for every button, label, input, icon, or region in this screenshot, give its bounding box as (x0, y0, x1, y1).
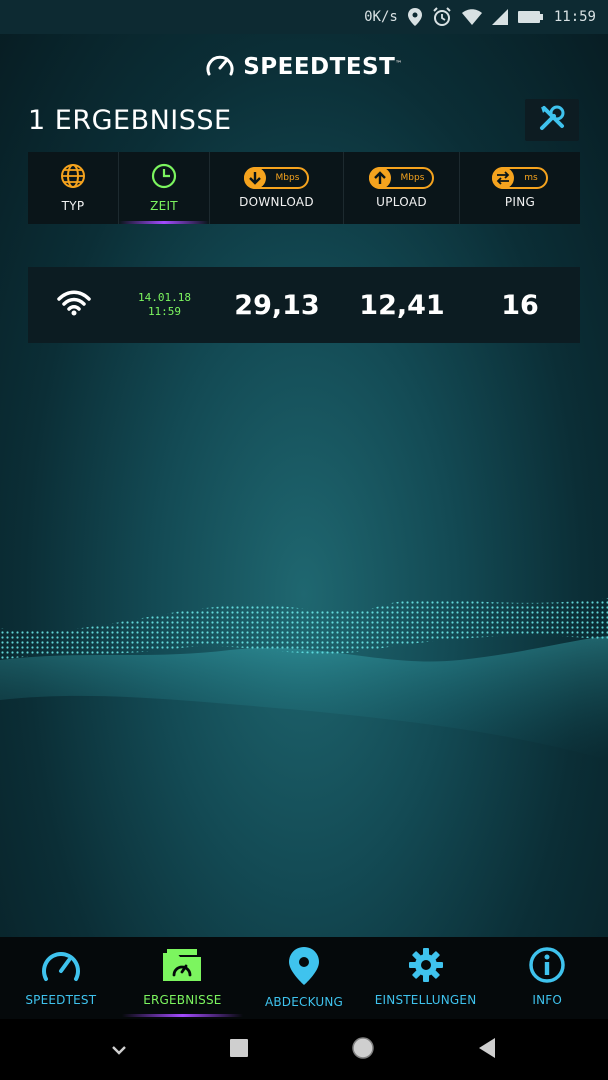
column-label: UPLOAD (376, 195, 427, 209)
app-header: SPEEDTEST™ (0, 50, 608, 84)
column-typ[interactable]: TYP (28, 152, 119, 224)
column-zeit[interactable]: ZEIT (119, 152, 210, 224)
ping-cell: 16 (460, 267, 580, 343)
download-value: 29,13 (234, 289, 320, 321)
gear-icon (408, 947, 444, 987)
download-unit-pill: Mbps (243, 167, 310, 189)
upload-value: 12,41 (359, 289, 445, 321)
info-icon (529, 947, 565, 987)
battery-icon (517, 10, 544, 24)
column-label: TYP (61, 199, 85, 213)
upload-cell: 12,41 (344, 267, 460, 343)
wifi-icon (56, 290, 91, 320)
map-pin-icon (288, 947, 320, 989)
result-row[interactable]: 14.01.18 11:59 29,13 12,41 16 (28, 267, 580, 343)
speedometer-icon (40, 947, 82, 987)
ping-value: 16 (501, 289, 539, 321)
nav-label: SPEEDTEST (25, 993, 97, 1007)
signal-icon (491, 9, 508, 25)
results-column-header: TYP ZEIT Mbps DOWNLOAD Mbps UPLOAD ms PI… (28, 152, 580, 224)
tools-icon (538, 104, 566, 136)
back-button[interactable] (477, 1037, 497, 1063)
system-navigation-bar (0, 1019, 608, 1080)
tools-button[interactable] (525, 99, 579, 141)
nav-info[interactable]: INFO (486, 937, 608, 1019)
bottom-navigation: SPEEDTEST ERGEBNISSE ABDECKUNG EINSTELLU… (0, 937, 608, 1019)
nav-label: ABDECKUNG (264, 995, 344, 1009)
status-bar: 0K/s 11:59 (0, 0, 608, 34)
home-button[interactable] (351, 1036, 375, 1064)
net-speed: 0K/s (364, 9, 398, 25)
nav-label: EINSTELLUNGEN (374, 993, 477, 1007)
nav-einstellungen[interactable]: EINSTELLUNGEN (365, 937, 487, 1019)
result-date: 14.01.18 (138, 291, 191, 304)
column-label: DOWNLOAD (239, 195, 314, 209)
download-arrow-icon (243, 167, 266, 189)
result-time: 11:59 (147, 305, 182, 318)
collapse-chevron-icon[interactable] (111, 1040, 127, 1059)
speedometer-logo-icon (205, 52, 235, 82)
column-download[interactable]: Mbps DOWNLOAD (210, 152, 344, 224)
upload-unit-pill: Mbps (368, 167, 435, 189)
app-title: SPEEDTEST™ (243, 54, 403, 80)
nav-label: INFO (532, 993, 562, 1007)
recents-button[interactable] (229, 1038, 249, 1062)
ping-arrows-icon (492, 167, 515, 189)
nav-abdeckung[interactable]: ABDECKUNG (243, 937, 365, 1019)
nav-speedtest[interactable]: SPEEDTEST (0, 937, 122, 1019)
results-count-title: 1 ERGEBNISSE (28, 105, 232, 136)
alarm-icon (432, 7, 452, 27)
wifi-status-icon (461, 9, 482, 25)
globe-icon (60, 163, 86, 193)
download-cell: 29,13 (210, 267, 344, 343)
ping-unit: ms (524, 173, 538, 183)
column-label: ZEIT (150, 199, 178, 213)
location-icon (407, 8, 422, 26)
ping-unit-pill: ms (492, 167, 548, 189)
clock-time: 11:59 (553, 9, 596, 25)
results-folder-icon (161, 947, 203, 987)
column-upload[interactable]: Mbps UPLOAD (344, 152, 460, 224)
datetime-cell: 14.01.18 11:59 (119, 267, 210, 343)
column-label: PING (504, 195, 536, 209)
upload-arrow-icon (368, 167, 391, 189)
download-unit: Mbps (275, 173, 300, 183)
nav-label: ERGEBNISSE (143, 993, 222, 1007)
clock-icon (151, 163, 177, 193)
upload-unit: Mbps (400, 173, 425, 183)
column-ping[interactable]: ms PING (460, 152, 580, 224)
connection-type-cell (28, 267, 119, 343)
nav-ergebnisse[interactable]: ERGEBNISSE (121, 937, 244, 1019)
